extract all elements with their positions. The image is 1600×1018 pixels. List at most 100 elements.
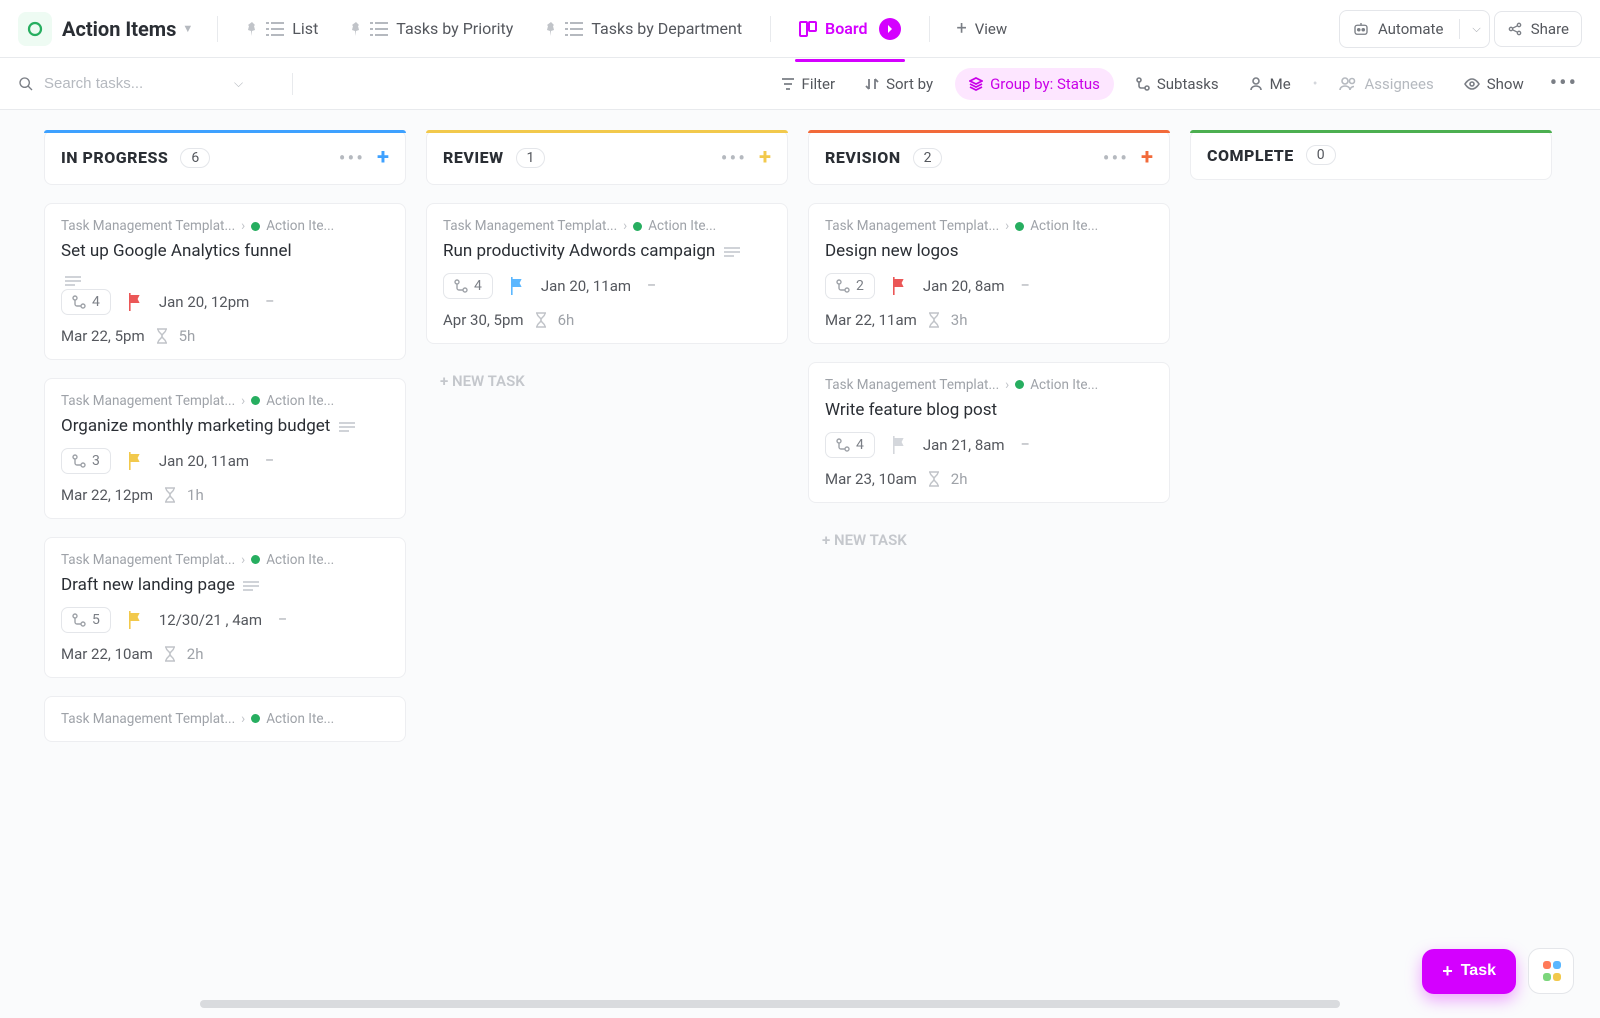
- crumb-list: Action Ite...: [266, 552, 334, 568]
- list-icon-badge[interactable]: [18, 12, 52, 46]
- crumb-folder: Task Management Templat...: [61, 393, 235, 409]
- subtask-count[interactable]: 4: [825, 432, 875, 458]
- crumb-folder: Task Management Templat...: [825, 218, 999, 234]
- start-date[interactable]: Jan 21, 8am: [923, 436, 1005, 454]
- group-button[interactable]: Group by: Status: [955, 68, 1114, 100]
- column-header[interactable]: REVISION 2 ••• +: [808, 130, 1170, 185]
- new-task-button[interactable]: + NEW TASK: [426, 362, 788, 400]
- column-more-button[interactable]: •••: [339, 146, 365, 170]
- share-button[interactable]: Share: [1494, 11, 1582, 47]
- breadcrumb[interactable]: Task Management Templat... › Action Ite.…: [825, 218, 1153, 234]
- task-card[interactable]: Task Management Templat... › Action Ite.…: [808, 362, 1170, 503]
- flag-icon: [891, 436, 907, 454]
- breadcrumb[interactable]: Task Management Templat... › Action Ite.…: [61, 552, 389, 568]
- crumb-folder: Task Management Templat...: [443, 218, 617, 234]
- due-date[interactable]: Mar 22, 10am: [61, 645, 153, 663]
- more-options-button[interactable]: •••: [1546, 71, 1582, 96]
- column-add-button[interactable]: +: [1141, 145, 1153, 170]
- task-meta-row: 3 Jan 20, 11am –: [61, 448, 389, 474]
- description-icon: [724, 247, 740, 257]
- column-more-button[interactable]: •••: [721, 146, 747, 170]
- due-date[interactable]: Apr 30, 5pm: [443, 311, 524, 329]
- task-title: Organize monthly marketing budget: [61, 415, 389, 438]
- breadcrumb[interactable]: Task Management Templat... › Action Ite.…: [443, 218, 771, 234]
- show-button[interactable]: Show: [1456, 69, 1532, 99]
- flag-icon: [127, 611, 143, 629]
- task-card[interactable]: Task Management Templat... › Action Ite.…: [426, 203, 788, 344]
- due-date[interactable]: Mar 22, 12pm: [61, 486, 153, 504]
- start-date[interactable]: Jan 20, 11am: [159, 452, 249, 470]
- task-card-partial[interactable]: Task Management Templat... › Action Ite.…: [44, 696, 406, 742]
- automate-button[interactable]: Automate ⌵: [1339, 10, 1490, 48]
- start-date[interactable]: Jan 20, 12pm: [159, 293, 249, 311]
- column-add-button[interactable]: +: [759, 145, 771, 170]
- chevron-right-icon: ›: [241, 552, 245, 568]
- board-icon: [799, 21, 817, 37]
- filter-button[interactable]: Filter: [773, 69, 844, 99]
- task-meta-row: 4 Jan 21, 8am –: [825, 432, 1153, 458]
- separator: [770, 16, 771, 42]
- breadcrumb[interactable]: Task Management Templat... › Action Ite.…: [825, 377, 1153, 393]
- due-date[interactable]: Mar 23, 10am: [825, 470, 917, 488]
- search-icon: [18, 76, 34, 92]
- chevron-right-icon: ›: [1005, 218, 1009, 234]
- search-input[interactable]: [44, 75, 224, 92]
- crumb-list: Action Ite...: [266, 218, 334, 234]
- view-tab-label: Tasks by Priority: [396, 19, 513, 38]
- chevron-down-icon[interactable]: ⌵: [234, 76, 243, 91]
- column-header[interactable]: REVIEW 1 ••• +: [426, 130, 788, 185]
- me-button[interactable]: Me: [1241, 69, 1299, 99]
- breadcrumb[interactable]: Task Management Templat... › Action Ite.…: [61, 393, 389, 409]
- breadcrumb[interactable]: Task Management Templat... › Action Ite.…: [61, 711, 389, 727]
- column-title: REVISION: [825, 148, 901, 167]
- view-tab-board[interactable]: Board: [785, 10, 915, 48]
- chevron-down-icon: ⌵: [1472, 22, 1480, 36]
- subtask-count[interactable]: 5: [61, 607, 111, 633]
- column-add-button[interactable]: +: [377, 145, 389, 170]
- view-tab-priority[interactable]: Tasks by Priority: [336, 11, 527, 46]
- horizontal-scrollbar[interactable]: [200, 1000, 1340, 1008]
- column-count: 0: [1306, 145, 1336, 165]
- task-card[interactable]: Task Management Templat... › Action Ite.…: [808, 203, 1170, 344]
- subtask-count[interactable]: 4: [443, 273, 493, 299]
- assignees-button[interactable]: Assignees: [1331, 69, 1441, 99]
- status-dot-icon: [251, 222, 260, 231]
- breadcrumb[interactable]: Task Management Templat... › Action Ite.…: [61, 218, 389, 234]
- column-more-button[interactable]: •••: [1103, 146, 1129, 170]
- board-column-complete: COMPLETE 0: [1190, 130, 1552, 760]
- task-card[interactable]: Task Management Templat... › Action Ite.…: [44, 203, 406, 360]
- flag-icon: [891, 277, 907, 295]
- new-task-fab[interactable]: + Task: [1422, 949, 1516, 994]
- task-card[interactable]: Task Management Templat... › Action Ite.…: [44, 537, 406, 678]
- due-date[interactable]: Mar 22, 11am: [825, 311, 917, 329]
- dash-icon: –: [1021, 278, 1030, 294]
- subtasks-button[interactable]: Subtasks: [1128, 69, 1227, 99]
- pin-icon: [545, 22, 557, 36]
- start-date[interactable]: 12/30/21 , 4am: [159, 611, 262, 629]
- chevron-right-icon: ›: [1005, 377, 1009, 393]
- subtask-count[interactable]: 4: [61, 289, 111, 315]
- board-next-icon[interactable]: [879, 18, 901, 40]
- task-meta-row: 4 Jan 20, 11am –: [443, 273, 771, 299]
- start-date[interactable]: Jan 20, 11am: [541, 277, 631, 295]
- due-date[interactable]: Mar 22, 5pm: [61, 327, 145, 345]
- subtask-count[interactable]: 3: [61, 448, 111, 474]
- task-card[interactable]: Task Management Templat... › Action Ite.…: [44, 378, 406, 519]
- status-dot-icon: [251, 714, 260, 723]
- view-tab-department[interactable]: Tasks by Department: [531, 11, 756, 46]
- column-header[interactable]: COMPLETE 0: [1190, 130, 1552, 180]
- search-wrap[interactable]: ⌵: [18, 75, 278, 92]
- topbar: Action Items ▼ List Tasks by Priority Ta…: [0, 0, 1600, 58]
- crumb-folder: Task Management Templat...: [825, 377, 999, 393]
- add-view-button[interactable]: + View: [944, 10, 1019, 47]
- page-title[interactable]: Action Items ▼: [62, 17, 203, 41]
- column-header[interactable]: IN PROGRESS 6 ••• +: [44, 130, 406, 185]
- start-date[interactable]: Jan 20, 8am: [923, 277, 1005, 295]
- people-icon: [1339, 77, 1357, 91]
- hourglass-icon: [927, 471, 941, 487]
- subtask-count[interactable]: 2: [825, 273, 875, 299]
- new-task-button[interactable]: + NEW TASK: [808, 521, 1170, 559]
- apps-fab[interactable]: [1528, 948, 1574, 994]
- sort-button[interactable]: Sort by: [857, 69, 941, 99]
- view-tab-list[interactable]: List: [232, 11, 332, 46]
